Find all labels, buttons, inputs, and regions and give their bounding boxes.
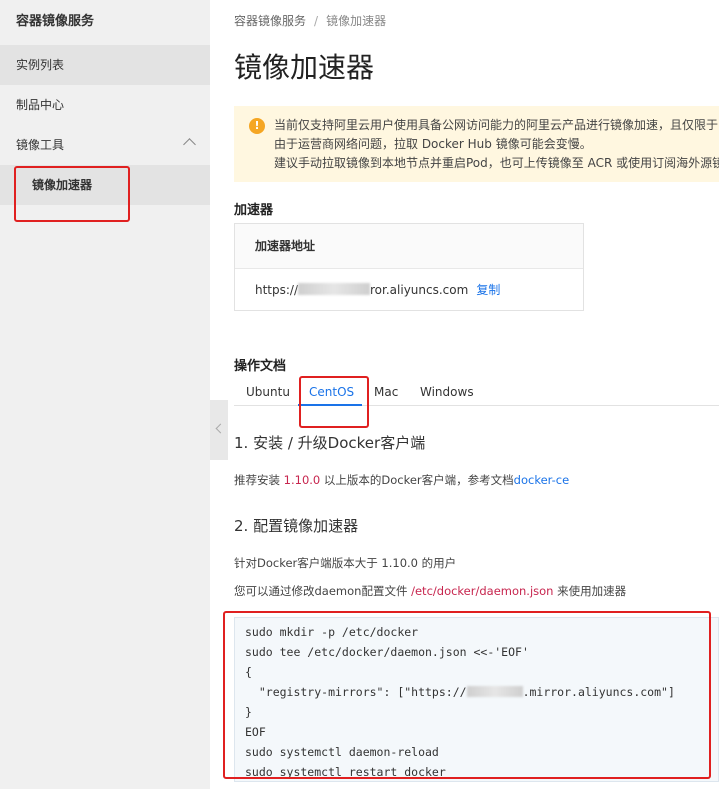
page-title: 镜像加速器: [234, 51, 375, 84]
daemon-json-path: /etc/docker/daemon.json: [411, 584, 554, 598]
breadcrumb-separator: /: [314, 14, 319, 28]
step1-version: 1.10.0: [283, 473, 321, 487]
chevron-left-icon: [215, 423, 226, 434]
step2-line2: 您可以通过修改daemon配置文件 /etc/docker/daemon.jso…: [234, 583, 626, 599]
annotation-box-code: [223, 611, 711, 779]
sidebar-item-image-tools[interactable]: 镜像工具: [0, 125, 210, 165]
notice-banner: ! 当前仅支持阿里云用户使用具备公网访问能力的阿里云产品进行镜像加速，且仅限于 …: [234, 106, 719, 182]
accelerator-section-label: 加速器: [234, 203, 274, 218]
sidebar-item-artifact-center[interactable]: 制品中心: [0, 85, 210, 125]
accelerator-url-prefix: https://: [255, 283, 299, 297]
breadcrumb-current: 镜像加速器: [326, 14, 387, 28]
sidebar-title: 容器镜像服务: [16, 14, 95, 29]
step2-line2-a: 您可以通过修改daemon配置文件: [234, 584, 412, 598]
breadcrumb: 容器镜像服务 / 镜像加速器: [234, 12, 386, 29]
tab-mac[interactable]: Mac: [374, 385, 398, 399]
notice-line: 由于运营商网络问题，拉取 Docker Hub 镜像可能会变慢。: [274, 137, 592, 151]
sidebar-collapse-handle[interactable]: [210, 400, 228, 460]
sidebar-item-label: 制品中心: [16, 98, 65, 112]
sidebar: 容器镜像服务 实例列表 制品中心 镜像工具 镜像加速器: [0, 0, 210, 789]
tab-windows[interactable]: Windows: [420, 385, 474, 399]
accelerator-url-row: https:// ror.aliyuncs.com 复制: [235, 269, 583, 311]
docker-ce-link[interactable]: docker-ce: [514, 473, 570, 487]
step2-title: 2. 配置镜像加速器: [234, 517, 359, 535]
sidebar-item-label: 镜像工具: [16, 138, 65, 152]
breadcrumb-root[interactable]: 容器镜像服务: [234, 14, 306, 28]
annotation-box-sidebar: [14, 166, 130, 222]
chevron-up-icon: [183, 138, 196, 151]
step1-text-a: 推荐安装: [234, 473, 284, 487]
step2-line1: 针对Docker客户端版本大于 1.10.0 的用户: [234, 556, 457, 570]
notice-line: 建议手动拉取镜像到本地节点并重启Pod，也可上传镜像至 ACR 或使用订阅海外源…: [274, 156, 719, 170]
annotation-box-centos-tab: [299, 376, 369, 428]
step2-line2-b: 来使用加速器: [553, 584, 627, 598]
notice-line: 当前仅支持阿里云用户使用具备公网访问能力的阿里云产品进行镜像加速，且仅限于: [274, 118, 719, 132]
accelerator-url-suffix: ror.aliyuncs.com: [370, 283, 469, 297]
step1-text-b: 以上版本的Docker客户端，参考文档: [320, 473, 514, 487]
accelerator-table-header: 加速器地址: [235, 224, 583, 269]
tab-ubuntu[interactable]: Ubuntu: [246, 385, 290, 399]
sidebar-item-instance-list[interactable]: 实例列表: [0, 45, 210, 85]
warning-icon: !: [249, 118, 265, 134]
docs-section-label: 操作文档: [234, 359, 287, 374]
redacted-text: [298, 283, 371, 295]
step1-title: 1. 安装 / 升级Docker客户端: [234, 434, 426, 452]
copy-link[interactable]: 复制: [476, 283, 500, 297]
step1-text: 推荐安装 1.10.0 以上版本的Docker客户端，参考文档docker-ce: [234, 472, 569, 488]
accelerator-table: 加速器地址 https:// ror.aliyuncs.com 复制: [234, 223, 584, 311]
sidebar-item-label: 实例列表: [16, 58, 65, 72]
